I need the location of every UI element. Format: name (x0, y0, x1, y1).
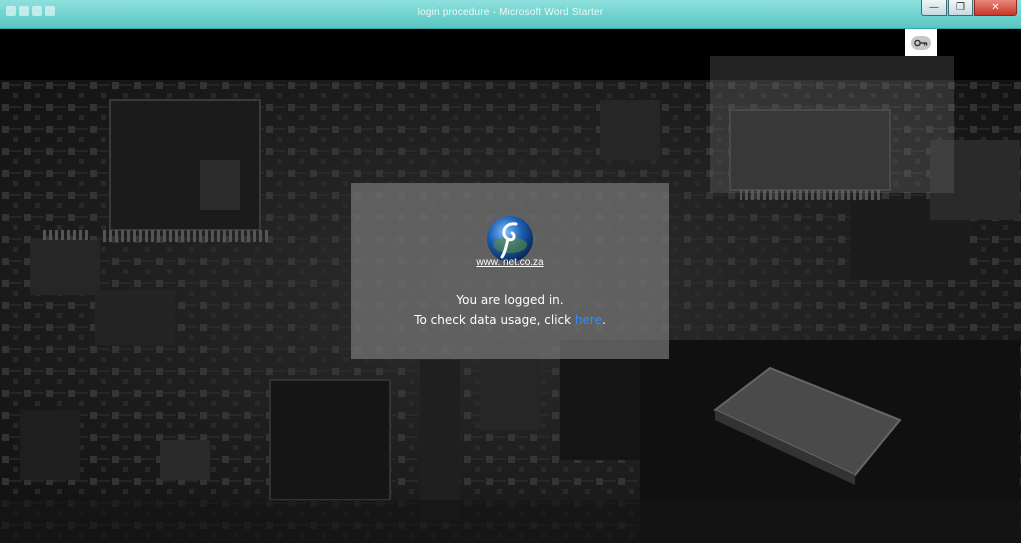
login-key-button[interactable] (905, 29, 937, 56)
key-icon (911, 35, 931, 50)
data-usage-text: To check data usage, click (414, 313, 575, 327)
data-usage-line: To check data usage, click here. (414, 310, 606, 330)
period-text: . (601, 313, 606, 327)
minimize-button[interactable]: — (921, 0, 947, 16)
close-button[interactable]: ✕ (974, 0, 1017, 16)
here-link[interactable]: here (575, 313, 602, 327)
window-titlebar: login procedure - Microsoft Word Starter… (0, 0, 1021, 29)
site-link[interactable]: www. net.co.za (476, 257, 543, 268)
overlay-panel (710, 56, 954, 193)
maximize-button[interactable]: ❐ (948, 0, 973, 16)
logged-in-text: You are logged in. (456, 293, 564, 307)
gnet-logo-icon (487, 216, 533, 262)
window-title: login procedure - Microsoft Word Starter (417, 7, 604, 18)
status-message: You are logged in. To check data usage, … (414, 290, 606, 330)
login-status-panel: www. net.co.za You are logged in. To che… (351, 183, 669, 359)
window-controls: — ❐ ✕ (920, 0, 1017, 16)
